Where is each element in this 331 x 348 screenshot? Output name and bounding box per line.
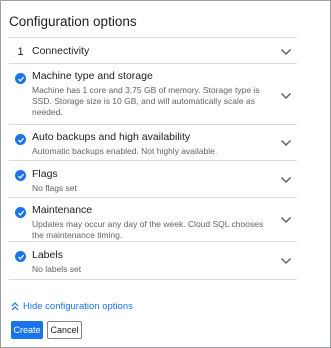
double-chevron-up-icon — [11, 302, 19, 311]
section-heading: Maintenance — [32, 204, 93, 216]
check-circle-icon — [15, 207, 26, 218]
section-description: Automatic backups enabled. Not highly av… — [32, 146, 218, 156]
page-title: Configuration options — [9, 14, 137, 29]
chevron-down-icon[interactable] — [280, 176, 292, 184]
section-auto-backups[interactable]: Auto backups and high availability Autom… — [9, 125, 297, 161]
section-maintenance[interactable]: Maintenance Updates may occur any day of… — [9, 198, 297, 242]
section-heading: Connectivity — [32, 45, 90, 57]
section-heading: Auto backups and high availability — [32, 131, 191, 143]
cancel-button[interactable]: Cancel — [47, 321, 82, 339]
create-button[interactable]: Create — [11, 321, 43, 339]
section-labels[interactable]: Labels No labels set — [9, 242, 297, 280]
section-heading: Machine type and storage — [32, 70, 153, 82]
hide-link-label: Hide configuration options — [23, 301, 133, 312]
section-connectivity[interactable]: 1 Connectivity — [9, 38, 297, 64]
chevron-down-icon[interactable] — [280, 257, 292, 265]
check-circle-icon — [15, 251, 26, 262]
chevron-down-icon[interactable] — [280, 48, 292, 56]
hide-configuration-options-link[interactable]: Hide configuration options — [11, 301, 133, 312]
section-description: No labels set — [32, 264, 82, 274]
check-circle-icon — [15, 134, 26, 145]
chevron-down-icon[interactable] — [280, 139, 292, 147]
section-heading: Flags — [32, 168, 58, 180]
chevron-down-icon[interactable] — [280, 216, 292, 224]
section-description: Updates may occur any day of the week. C… — [32, 219, 264, 240]
chevron-down-icon[interactable] — [280, 92, 292, 100]
config-sections: 1 Connectivity Machine type and storage … — [9, 37, 297, 280]
step-number: 1 — [17, 46, 24, 58]
section-machine-type[interactable]: Machine type and storage Machine has 1 c… — [9, 64, 297, 125]
section-flags[interactable]: Flags No flags set — [9, 161, 297, 198]
section-description: No flags set — [32, 183, 77, 193]
section-heading: Labels — [32, 249, 63, 261]
section-description: Machine has 1 core and 3.75 GB of memory… — [32, 85, 260, 117]
check-circle-icon — [15, 73, 26, 84]
check-circle-icon — [15, 170, 26, 181]
